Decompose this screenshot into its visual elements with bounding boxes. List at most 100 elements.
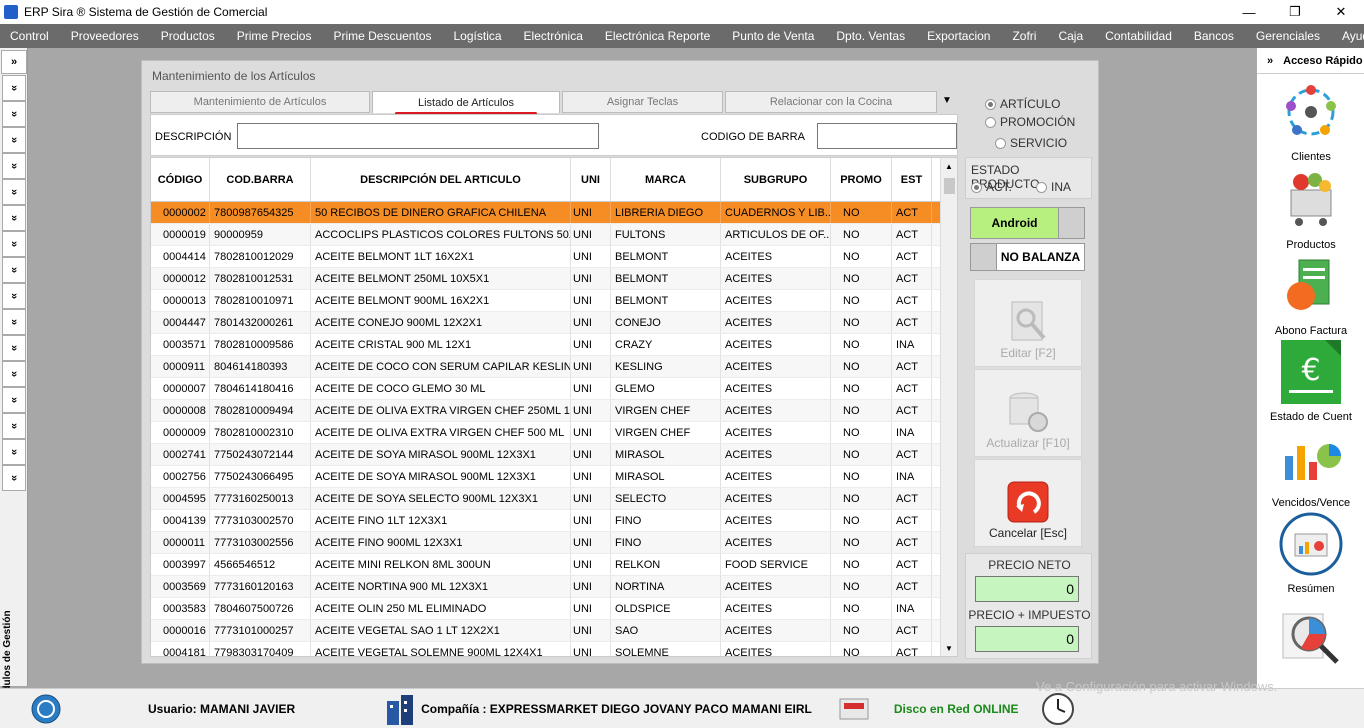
table-row[interactable]: 0004181 7798303170409 ACEITE VEGETAL SOLEM… [151, 642, 957, 656]
module-toggle-button[interactable]: » [2, 387, 26, 413]
menu-item-bancos[interactable]: Bancos [1184, 29, 1246, 43]
module-toggle-button[interactable]: » [2, 309, 26, 335]
table-row[interactable]: 0003569 7773160120163 ACEITE NORTINA 900 M… [151, 576, 957, 598]
menu-item-exportacion[interactable]: Exportacion [917, 29, 1002, 43]
module-toggle-button[interactable]: » [2, 283, 26, 309]
column-header[interactable]: MARCA [611, 158, 721, 201]
module-toggle-button[interactable]: » [2, 75, 26, 101]
module-toggle-button[interactable]: » [2, 335, 26, 361]
table-row[interactable]: 0004139 7773103002570 ACEITE FINO 1LT 12X3… [151, 510, 957, 532]
balanza-toggle[interactable]: NO BALANZA [970, 243, 1085, 271]
table-cell: 7798303170409 [210, 642, 311, 656]
scroll-up-icon[interactable]: ▲ [945, 162, 953, 171]
table-scrollbar[interactable]: ▲ ▼ [940, 158, 957, 656]
codigo-barra-input[interactable] [817, 123, 957, 149]
table-row[interactable]: 0000009 7802810002310 ACEITE DE OLIVA EXTR… [151, 422, 957, 444]
menu-item-gerenciales[interactable]: Gerenciales [1246, 29, 1332, 43]
table-row[interactable]: 0003583 7804607500726 ACEITE OLIN 250 ML E… [151, 598, 957, 620]
android-toggle[interactable]: Android [970, 207, 1085, 239]
precio-neto-value[interactable]: 0 [975, 576, 1079, 602]
table-row[interactable]: 0000019 90000959 ACCOCLIPS PLASTICOS COLOR… [151, 224, 957, 246]
tab-relacionar-cocina[interactable]: Relacionar con la Cocina [725, 91, 937, 113]
module-toggle-button[interactable]: » [2, 439, 26, 465]
scroll-thumb[interactable] [944, 178, 955, 194]
maximize-button[interactable]: ❐ [1272, 0, 1318, 24]
menu-item-dpto-ventas[interactable]: Dpto. Ventas [826, 29, 917, 43]
table-row[interactable]: 0002741 7750243072144 ACEITE DE SOYA MIRAS… [151, 444, 957, 466]
menu-item-electrónica[interactable]: Electrónica [514, 29, 595, 43]
precio-impuesto-value[interactable]: 0 [975, 626, 1079, 652]
menu-item-proveedores[interactable]: Proveedores [61, 29, 151, 43]
menu-item-ayuda[interactable]: Ayuda [1332, 29, 1364, 43]
table-row[interactable]: 0000002 7800987654325 50 RECIBOS DE DINERO… [151, 202, 957, 224]
module-toggle-button[interactable]: » [2, 153, 26, 179]
quick-clientes[interactable]: Clientes [1257, 80, 1364, 163]
module-toggle-button[interactable]: » [2, 465, 26, 491]
tab-mantenimiento[interactable]: Mantenimiento de Artículos [150, 91, 370, 113]
module-toggle-button[interactable]: » [2, 127, 26, 153]
menu-item-prime-precios[interactable]: Prime Precios [227, 29, 324, 43]
table-row[interactable]: 0003997 4566546512 ACEITE MINI RELKON 8ML … [151, 554, 957, 576]
module-toggle-button[interactable]: » [2, 101, 26, 127]
table-row[interactable]: 0000911 804614180393 ACEITE DE COCO CON SE… [151, 356, 957, 378]
table-row[interactable]: 0004447 7801432000261 ACEITE CONEJO 900ML … [151, 312, 957, 334]
module-toggle-button[interactable]: » [2, 257, 26, 283]
column-header[interactable]: UNI [571, 158, 611, 201]
descripcion-input[interactable] [237, 123, 599, 149]
menu-item-caja[interactable]: Caja [1048, 29, 1095, 43]
menu-item-control[interactable]: Control [0, 29, 61, 43]
quick-estado-cuenta[interactable]: € Estado de Cuent [1257, 340, 1364, 423]
table-row[interactable]: 0002756 7750243066495 ACEITE DE SOYA MIRAS… [151, 466, 957, 488]
table-cell: NO [831, 312, 892, 333]
module-toggle-button[interactable]: » [2, 205, 26, 231]
table-row[interactable]: 0004414 7802810012029 ACEITE BELMONT 1LT 1… [151, 246, 957, 268]
table-row[interactable]: 0000013 7802810010971 ACEITE BELMONT 900ML… [151, 290, 957, 312]
quick-productos[interactable]: Productos [1257, 168, 1364, 251]
table-row[interactable]: 0004595 7773160250013 ACEITE DE SOYA SELEC… [151, 488, 957, 510]
tab-listado[interactable]: Listado de Artículos [372, 91, 560, 115]
update-button[interactable]: Actualizar [F10] [974, 369, 1082, 457]
edit-button[interactable]: Editar [F2] [974, 279, 1082, 367]
module-toggle-button[interactable]: » [2, 231, 26, 257]
quick-abono-factura[interactable]: Abono Factura [1257, 254, 1364, 337]
tab-asignar-teclas[interactable]: Asignar Teclas [562, 91, 723, 113]
quick-collapse-icon[interactable]: » [1267, 55, 1273, 67]
table-row[interactable]: 0000007 7804614180416 ACEITE DE COCO GLEMO… [151, 378, 957, 400]
menu-item-punto-de-venta[interactable]: Punto de Venta [722, 29, 826, 43]
menu-item-prime-descuentos[interactable]: Prime Descuentos [323, 29, 443, 43]
cancel-button[interactable]: Cancelar [Esc] [974, 459, 1082, 547]
minimize-button[interactable]: — [1226, 0, 1272, 24]
menu-item-logística[interactable]: Logística [444, 29, 514, 43]
column-header[interactable]: CÓDIGO [151, 158, 210, 201]
tab-strip: Mantenimiento de Artículos Listado de Ar… [150, 91, 939, 115]
module-toggle-button[interactable]: » [2, 179, 26, 205]
menu-item-productos[interactable]: Productos [151, 29, 227, 43]
table-row[interactable]: 0003571 7802810009586 ACEITE CRISTAL 900 M… [151, 334, 957, 356]
module-toggle-button[interactable]: » [2, 413, 26, 439]
menu-item-electrónica-reporte[interactable]: Electrónica Reporte [595, 29, 722, 43]
tab-dropdown-arrow-icon[interactable]: ▼ [942, 95, 952, 106]
radio-act[interactable]: ACT. [971, 178, 1012, 196]
column-header[interactable]: EST [892, 158, 932, 201]
menu-item-zofri[interactable]: Zofri [1002, 29, 1048, 43]
quick-vencidos[interactable]: Vencidos/Vence [1257, 426, 1364, 509]
module-toggle-button[interactable]: » [2, 361, 26, 387]
expand-modules-button[interactable]: » [1, 50, 27, 74]
column-header[interactable]: PROMO [831, 158, 892, 201]
radio-articulo[interactable]: ARTÍCULO [985, 95, 1075, 113]
table-row[interactable]: 0000011 7773103002556 ACEITE FINO 900ML 12… [151, 532, 957, 554]
quick-analytics[interactable] [1257, 604, 1364, 675]
radio-ina[interactable]: INA [1036, 178, 1071, 196]
column-header[interactable]: COD.BARRA [210, 158, 311, 201]
close-button[interactable]: ✕ [1318, 0, 1364, 24]
scroll-down-icon[interactable]: ▼ [945, 644, 953, 653]
table-row[interactable]: 0000012 7802810012531 ACEITE BELMONT 250ML… [151, 268, 957, 290]
column-header[interactable]: SUBGRUPO [721, 158, 831, 201]
radio-promocion[interactable]: PROMOCIÓN [985, 113, 1075, 131]
radio-servicio[interactable]: SERVICIO [995, 134, 1075, 152]
quick-resumen[interactable]: Resúmen [1257, 512, 1364, 595]
table-row[interactable]: 0000008 7802810009494 ACEITE DE OLIVA EXTR… [151, 400, 957, 422]
table-row[interactable]: 0000016 7773101000257 ACEITE VEGETAL SAO 1… [151, 620, 957, 642]
column-header[interactable]: DESCRIPCIÓN DEL ARTICULO [311, 158, 571, 201]
menu-item-contabilidad[interactable]: Contabilidad [1095, 29, 1184, 43]
